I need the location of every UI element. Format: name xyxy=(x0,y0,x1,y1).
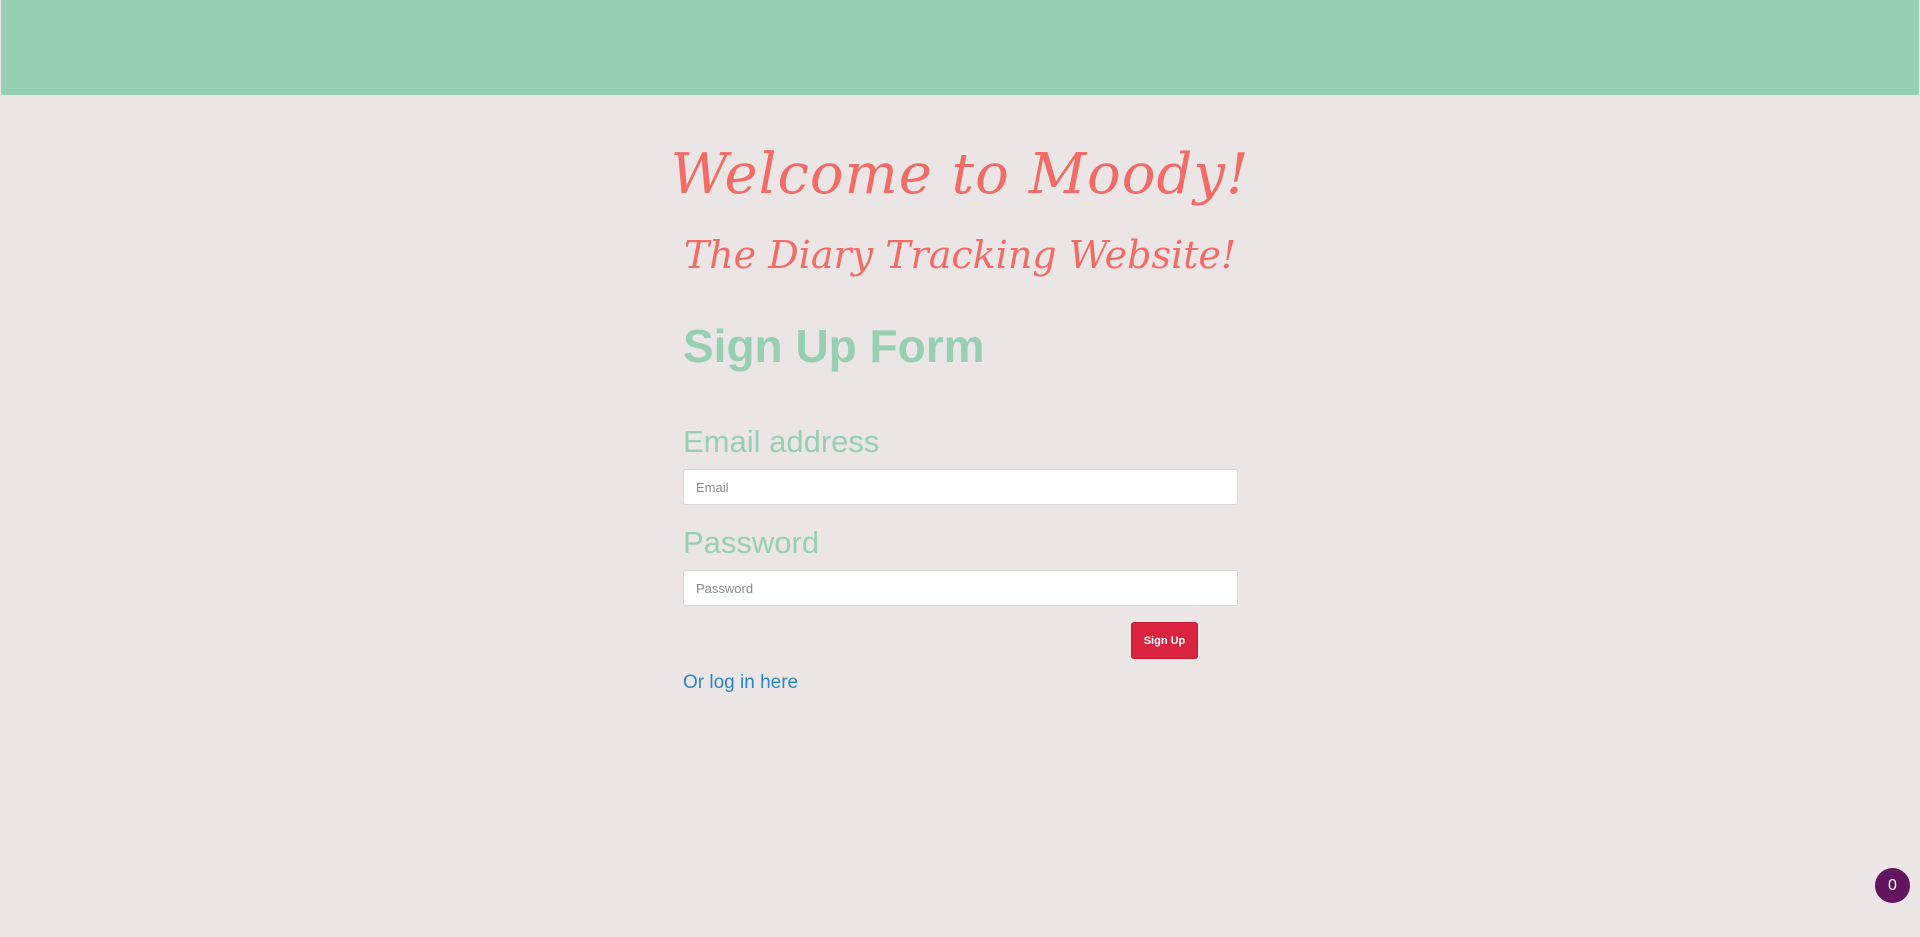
password-label: Password xyxy=(683,525,820,560)
site-subtitle: The Diary Tracking Website! xyxy=(683,233,1237,277)
sign-up-button[interactable]: Sign Up xyxy=(1131,622,1198,659)
email-label: Email address xyxy=(683,424,880,459)
email-input[interactable] xyxy=(683,469,1238,505)
signup-form: Sign Up Form Email address Password Sign… xyxy=(683,312,1238,694)
password-input[interactable] xyxy=(683,570,1238,606)
top-banner xyxy=(1,0,1919,95)
login-link[interactable]: Or log in here xyxy=(683,672,798,694)
form-actions: Sign Up xyxy=(683,622,1238,660)
site-title: Welcome to Moody! xyxy=(670,142,1250,207)
form-title: Sign Up Form xyxy=(683,320,985,372)
notification-badge[interactable]: 0 xyxy=(1875,868,1910,903)
